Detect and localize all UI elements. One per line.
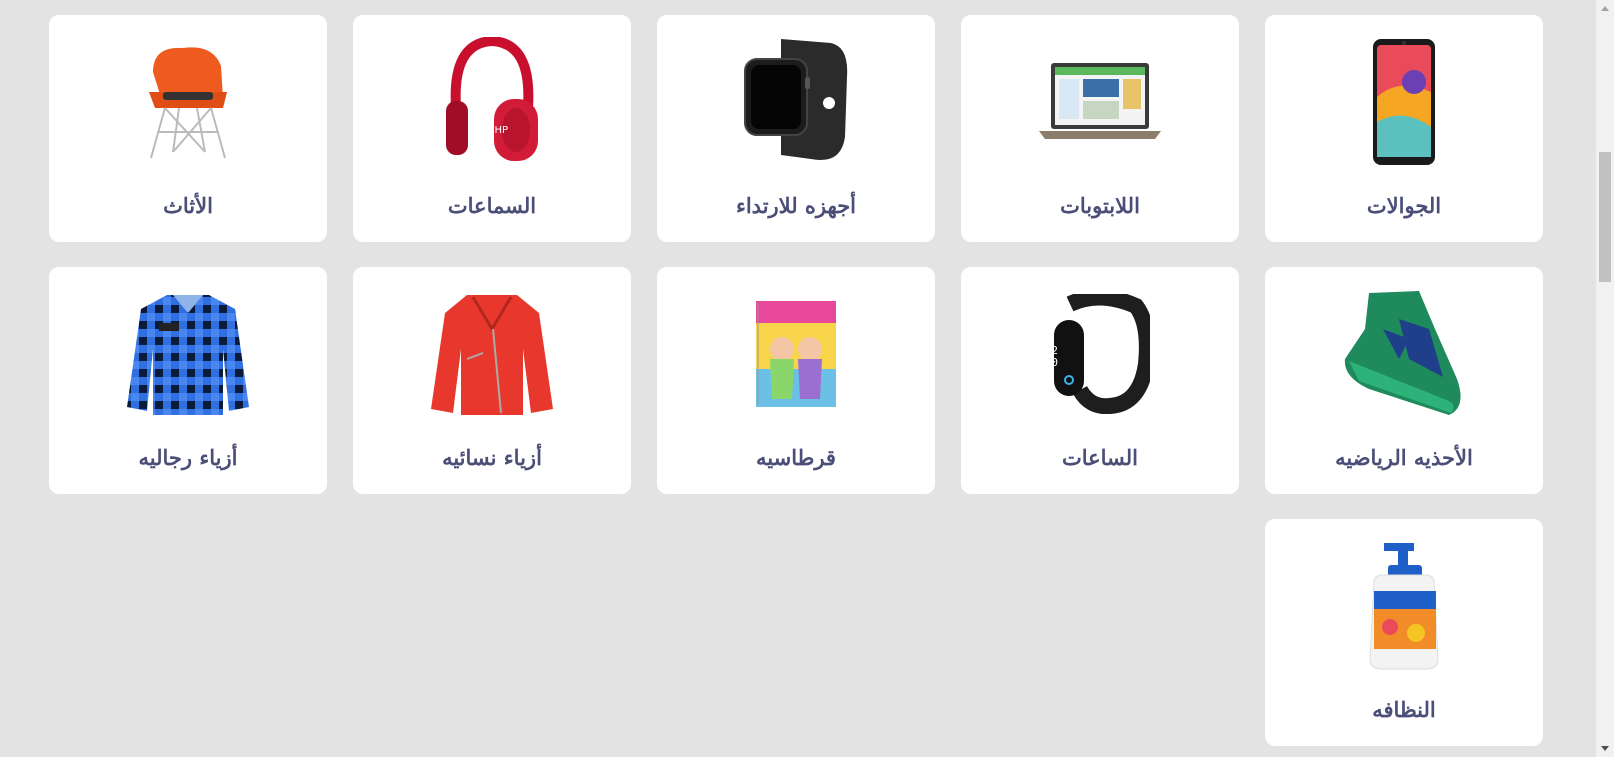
shirt-icon (118, 287, 258, 421)
category-label: الساعات (1061, 445, 1139, 470)
category-grid: الجوالات اللابتوبات أجهزه للارتداء HP ال… (49, 15, 1543, 746)
page-viewport: الجوالات اللابتوبات أجهزه للارتداء HP ال… (0, 0, 1596, 757)
category-label: الأحذيه الرياضيه (1335, 445, 1473, 470)
svg-text:00: 00 (1050, 356, 1058, 369)
headphones-icon: HP (422, 35, 562, 169)
category-label: النظافه (1372, 697, 1436, 722)
category-card-wearables[interactable]: أجهزه للارتداء (657, 15, 935, 242)
soap-bottle-icon (1334, 539, 1474, 673)
category-card-cleaning[interactable]: النظافه (1265, 519, 1543, 746)
jacket-icon (422, 287, 562, 421)
category-card-phones[interactable]: الجوالات (1265, 15, 1543, 242)
smartwatch-icon (726, 35, 866, 169)
vertical-scrollbar[interactable] (1596, 0, 1614, 757)
category-label: السماعات (447, 193, 537, 218)
category-card-headphones[interactable]: HP السماعات (353, 15, 631, 242)
scrollbar-thumb[interactable] (1599, 152, 1611, 282)
category-label: أزياء نسائيه (442, 445, 542, 470)
smartphone-icon (1334, 35, 1474, 169)
category-label: اللابتوبات (1060, 193, 1140, 218)
notebook-icon (726, 287, 866, 421)
sneaker-icon (1334, 287, 1474, 421)
fitness-band-icon: 02 00 (1030, 287, 1170, 421)
category-card-sneakers[interactable]: الأحذيه الرياضيه (1265, 267, 1543, 494)
category-card-furniture[interactable]: الأثاث (49, 15, 327, 242)
category-card-laptops[interactable]: اللابتوبات (961, 15, 1239, 242)
category-card-mens-fashion[interactable]: أزياء رجاليه (49, 267, 327, 494)
laptop-icon (1030, 35, 1170, 169)
scroll-down-arrow-icon[interactable] (1601, 746, 1609, 751)
category-label: الأثاث (163, 193, 213, 218)
category-label: أزياء رجاليه (138, 445, 238, 470)
category-card-stationery[interactable]: قرطاسيه (657, 267, 935, 494)
category-label: الجوالات (1366, 193, 1442, 218)
svg-text:HP: HP (494, 125, 508, 136)
category-card-womens-fashion[interactable]: أزياء نسائيه (353, 267, 631, 494)
category-label: قرطاسيه (756, 445, 836, 470)
category-card-watches[interactable]: 02 00 الساعات (961, 267, 1239, 494)
category-label: أجهزه للارتداء (735, 193, 857, 218)
chair-icon (118, 35, 258, 169)
scroll-up-arrow-icon[interactable] (1601, 6, 1609, 11)
